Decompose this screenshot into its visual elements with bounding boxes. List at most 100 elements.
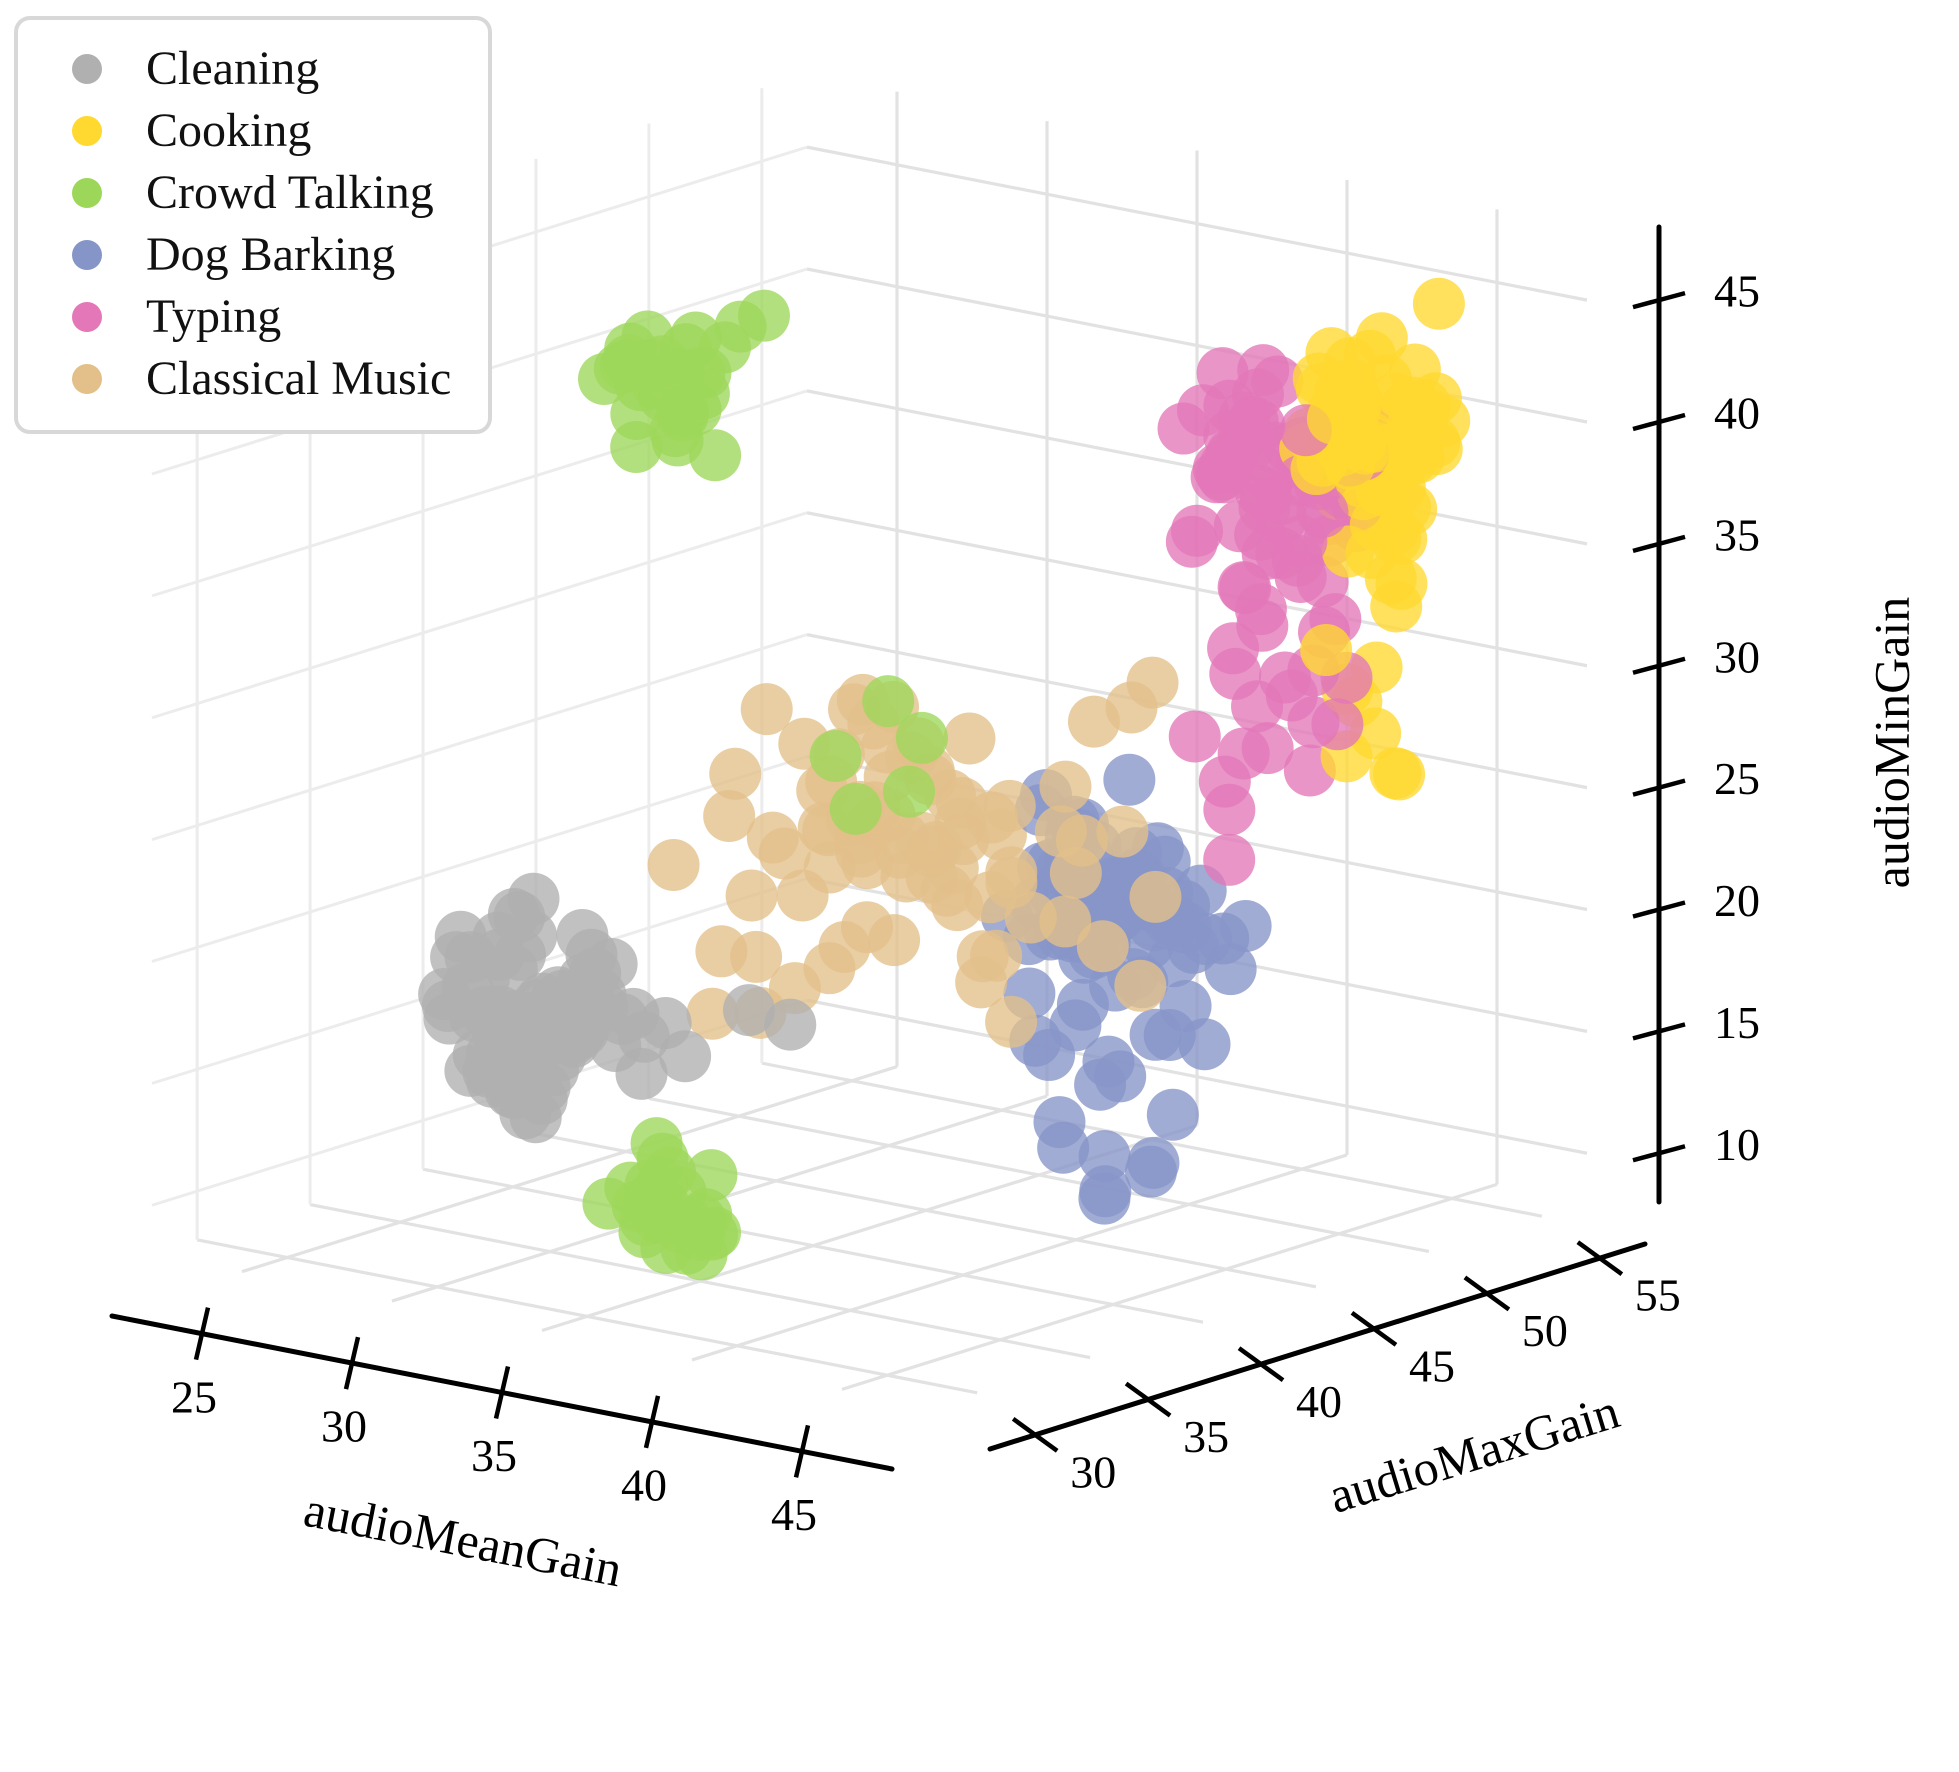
scatter-point	[487, 888, 540, 941]
scatter-point	[1311, 698, 1364, 751]
svg-text:30: 30	[1714, 631, 1760, 682]
scatter-point	[725, 869, 778, 922]
svg-text:35: 35	[1714, 509, 1760, 560]
legend-swatch-cooking-cell	[28, 116, 146, 146]
scatter-point	[1238, 481, 1291, 534]
x-axis-title: audioMeanGain	[300, 1481, 627, 1597]
scatter-point	[1103, 753, 1156, 806]
svg-text:40: 40	[621, 1459, 667, 1510]
scatter-point	[1209, 647, 1262, 700]
legend-item-cleaning[interactable]: Cleaning	[28, 38, 478, 100]
scatter-point	[764, 998, 817, 1051]
svg-text:20: 20	[1714, 875, 1760, 926]
scatter-point	[1126, 656, 1179, 709]
scatter-point	[1375, 513, 1428, 566]
legend-swatch-classical-music-cell	[28, 364, 146, 394]
legend-marker-dog-barking-icon	[72, 240, 102, 270]
svg-text:35: 35	[1183, 1411, 1229, 1462]
scatter-point	[985, 995, 1038, 1048]
scatter-point	[1373, 748, 1426, 801]
scatter-point	[615, 1047, 668, 1100]
legend-label-crowd-talking: Crowd Talking	[146, 166, 434, 219]
scatter-point	[883, 765, 936, 818]
scatter-point	[905, 851, 958, 904]
scatter-point	[970, 929, 1023, 982]
scatter-point	[1049, 847, 1102, 899]
scatter-point	[983, 779, 1036, 832]
scatter3d-figure: 25 30 35 40 45 30 35 40 45 50 55 10 15 20 25 30 35 40 45 au…	[0, 0, 1959, 1772]
legend-marker-classical-music-icon	[72, 364, 102, 394]
scatter-point	[647, 839, 700, 892]
scatter-point	[628, 1170, 681, 1223]
scatter-point	[714, 300, 767, 353]
y-axis-title: audioMaxGain	[1322, 1383, 1625, 1524]
scatter-point	[803, 942, 856, 995]
legend-item-dog-barking[interactable]: Dog Barking	[28, 224, 478, 286]
svg-text:45: 45	[1714, 266, 1760, 317]
scatter-point	[639, 997, 692, 1050]
scatter-point	[1078, 1172, 1131, 1225]
scatter-point	[552, 1007, 605, 1060]
legend-item-classical-music[interactable]: Classical Music	[28, 348, 478, 410]
scatter-point	[1124, 1145, 1177, 1198]
legend-marker-cooking-icon	[72, 116, 102, 146]
scatter-point	[1300, 624, 1353, 677]
svg-text:45: 45	[1409, 1340, 1455, 1391]
scatter-point	[1143, 1009, 1196, 1062]
svg-text:35: 35	[471, 1430, 517, 1481]
svg-text:40: 40	[1296, 1376, 1342, 1427]
scatter-point	[602, 334, 655, 387]
scatter-point	[462, 1045, 515, 1098]
legend-label-typing: Typing	[146, 290, 282, 343]
scatter-point	[703, 789, 756, 842]
scatter-point	[809, 729, 862, 782]
scatter-point	[695, 925, 748, 978]
svg-text:40: 40	[1714, 388, 1760, 439]
svg-text:45: 45	[771, 1489, 817, 1540]
legend-label-cleaning: Cleaning	[146, 42, 320, 95]
scatter-point	[841, 901, 894, 954]
scatter-point	[1412, 277, 1465, 330]
svg-text:30: 30	[321, 1401, 367, 1452]
scatter-point	[1236, 599, 1289, 652]
svg-text:10: 10	[1714, 1119, 1760, 1170]
z-axis-title: audioMinGain	[1863, 597, 1919, 889]
scatter-point	[895, 711, 948, 764]
scatter-point	[1204, 432, 1257, 485]
legend-swatch-dog-barking-cell	[28, 240, 146, 270]
scatter-point	[1129, 870, 1182, 923]
legend-item-crowd-talking[interactable]: Crowd Talking	[28, 162, 478, 224]
scatter-point	[656, 389, 709, 442]
scatter-point	[1039, 895, 1092, 948]
legend-item-typing[interactable]: Typing	[28, 286, 478, 348]
legend-marker-cleaning-icon	[72, 54, 102, 84]
svg-text:50: 50	[1522, 1305, 1568, 1356]
legend-marker-typing-icon	[72, 302, 102, 332]
scatter-point	[740, 683, 793, 736]
legend-label-classical-music: Classical Music	[146, 352, 452, 405]
legend-label-dog-barking: Dog Barking	[146, 228, 396, 281]
legend-item-cooking[interactable]: Cooking	[28, 100, 478, 162]
scatter-point	[1094, 1050, 1147, 1103]
scatter-point	[1096, 805, 1149, 858]
svg-text:30: 30	[1070, 1446, 1116, 1497]
scatter-point	[1039, 760, 1092, 813]
svg-text:55: 55	[1635, 1270, 1681, 1321]
scatter-point	[985, 846, 1038, 899]
scatter-point	[674, 1193, 727, 1246]
legend-swatch-cleaning-cell	[28, 54, 146, 84]
scatter-point	[1203, 833, 1256, 886]
svg-text:25: 25	[171, 1371, 217, 1422]
legend-marker-crowd-talking-icon	[72, 178, 102, 208]
legend-swatch-typing-cell	[28, 302, 146, 332]
svg-text:15: 15	[1714, 997, 1760, 1048]
data-points	[418, 277, 1471, 1281]
svg-text:25: 25	[1714, 753, 1760, 804]
scatter-point	[1114, 959, 1167, 1012]
scatter-point	[1146, 1088, 1199, 1141]
scatter-point	[1219, 899, 1272, 952]
legend-box[interactable]: Cleaning Cooking Crowd Talking Dog Barki…	[14, 16, 492, 434]
scatter-point	[1198, 755, 1251, 808]
scatter-point	[829, 782, 882, 835]
scatter-point	[776, 869, 829, 922]
